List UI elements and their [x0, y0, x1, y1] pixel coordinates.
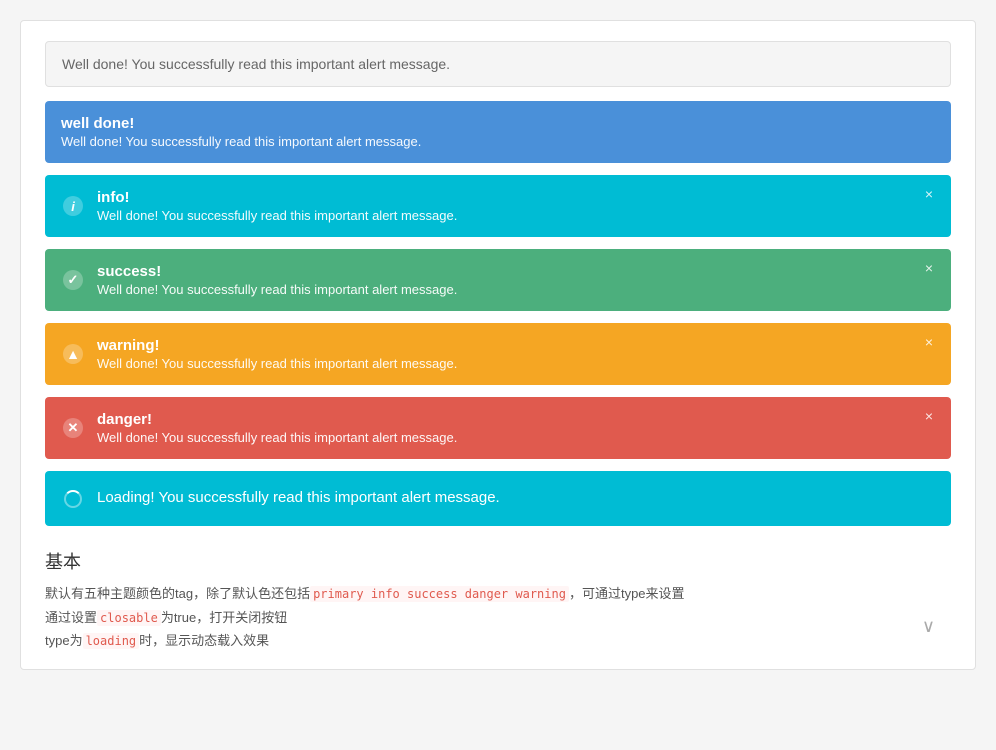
alert-primary-body: Well done! You successfully read this im… — [61, 134, 911, 149]
footer-line3: type为loading时，显示动态载入效果 — [45, 629, 951, 653]
alert-success-title: success! — [97, 263, 911, 280]
closable-tag: closable — [97, 610, 161, 626]
loading-tag: loading — [83, 633, 140, 649]
default-alert-text: Well done! You successfully read this im… — [62, 56, 450, 72]
alert-success: ✓ success! Well done! You successfully r… — [45, 249, 951, 311]
main-container: Well done! You successfully read this im… — [20, 20, 976, 670]
alert-warning-close[interactable]: × — [919, 333, 939, 351]
success-icon: ✓ — [61, 268, 85, 292]
loading-icon — [61, 487, 85, 511]
alert-info-close[interactable]: × — [919, 185, 939, 203]
alert-info-body: Well done! You successfully read this im… — [97, 208, 911, 223]
alert-loading: Loading! You successfully read this impo… — [45, 471, 951, 526]
footer-title: 基本 — [45, 548, 951, 574]
footer-line1: 默认有五种主题颜色的tag，除了默认色还包括primary info succe… — [45, 582, 951, 606]
footer-tags: primary info success danger warning — [310, 586, 569, 602]
alert-danger-body: Well done! You successfully read this im… — [97, 430, 911, 445]
alert-warning-body: Well done! You successfully read this im… — [97, 356, 911, 371]
alert-info-title: info! — [97, 189, 911, 206]
footer-line1-suffix: ，可通过type来设置 — [569, 586, 685, 601]
alert-danger: ✕ danger! Well done! You successfully re… — [45, 397, 951, 459]
alert-danger-close[interactable]: × — [919, 407, 939, 425]
footer-line1-prefix: 默认有五种主题颜色的tag，除了默认色还包括 — [45, 586, 310, 601]
danger-icon: ✕ — [61, 416, 85, 440]
footer-section: 基本 默认有五种主题颜色的tag，除了默认色还包括primary info su… — [45, 538, 951, 653]
footer-line2: 通过设置closable为true，打开关闭按钮 — [45, 606, 951, 630]
default-alert: Well done! You successfully read this im… — [45, 41, 951, 87]
alert-success-close[interactable]: × — [919, 259, 939, 277]
alert-primary-title: well done! — [61, 115, 911, 132]
alert-warning-title: warning! — [97, 337, 911, 354]
alert-warning: ▲ warning! Well done! You successfully r… — [45, 323, 951, 385]
alert-loading-title: Loading! You successfully read this impo… — [97, 489, 911, 506]
warning-icon: ▲ — [61, 342, 85, 366]
alert-danger-title: danger! — [97, 411, 911, 428]
alert-info: i info! Well done! You successfully read… — [45, 175, 951, 237]
alert-success-body: Well done! You successfully read this im… — [97, 282, 911, 297]
info-icon: i — [61, 194, 85, 218]
alert-primary: well done! Well done! You successfully r… — [45, 101, 951, 163]
chevron-down-icon[interactable]: ∨ — [922, 616, 935, 637]
